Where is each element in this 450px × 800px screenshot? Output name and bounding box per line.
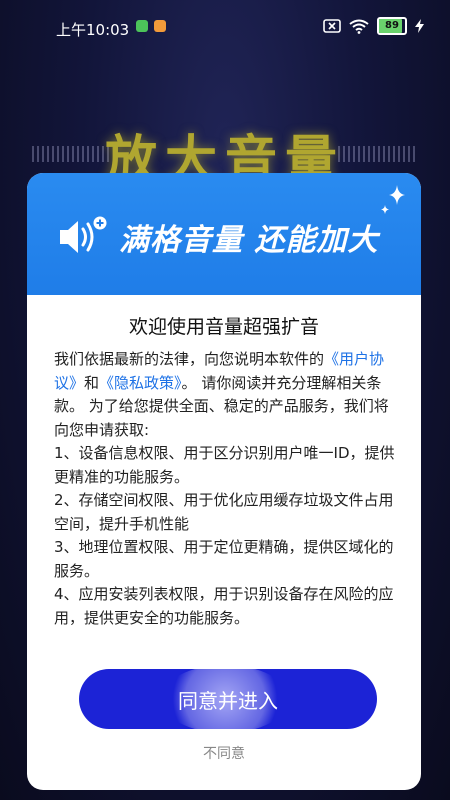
status-right: 89 — [323, 17, 424, 35]
permission-item: 3、地理位置权限、用于定位更精确，提供区域化的服务。 — [54, 538, 394, 580]
dialog-banner: 满格音量 还能加大 — [27, 173, 421, 295]
sim-x-icon — [323, 19, 341, 33]
privacy-policy-link[interactable]: 《隐私政策》 — [99, 374, 182, 392]
status-bar: 上午10:03 89 — [0, 0, 450, 52]
permission-item: 4、应用安装列表权限，用于识别设备存在风险的应用，提供更安全的功能服务。 — [54, 585, 394, 627]
battery-icon: 89 — [377, 17, 407, 35]
charging-icon — [415, 19, 424, 33]
status-time: 上午10:03 — [56, 21, 130, 39]
orange-app-icon — [154, 20, 166, 32]
battery-level: 89 — [385, 20, 399, 31]
sparkle-icon — [381, 185, 405, 214]
agree-button[interactable]: 同意并进入 — [79, 669, 377, 729]
notification-icons — [136, 20, 166, 32]
dialog-body: 我们依据最新的法律，向您说明本软件的《用户协议》和《隐私政策》。 请你阅读并充分… — [54, 348, 399, 630]
intro-paragraph: 我们依据最新的法律，向您说明本软件的《用户协议》和《隐私政策》。 请你阅读并充分… — [54, 348, 399, 442]
wifi-icon — [349, 19, 369, 34]
banner-content: 满格音量 还能加大 — [57, 215, 378, 259]
privacy-dialog: 满格音量 还能加大 欢迎使用音量超强扩音 我们依据最新的法律，向您说明本软件的《… — [27, 173, 421, 790]
agree-button-label: 同意并进入 — [178, 688, 278, 713]
intro-text-1: 我们依据最新的法律，向您说明本软件的 — [54, 350, 325, 368]
and-text: 和 — [84, 373, 100, 392]
permission-item: 2、存储空间权限、用于优化应用缓存垃圾文件占用空间，提升手机性能 — [54, 491, 394, 533]
dialog-title: 欢迎使用音量超强扩音 — [128, 316, 319, 338]
speaker-icon — [60, 216, 107, 253]
permission-item: 1、设备信息权限、用于区分识别用户唯一ID，提供更精准的功能服务。 — [54, 444, 395, 486]
disagree-button[interactable]: 不同意 — [27, 743, 421, 763]
green-app-icon — [136, 20, 148, 32]
banner-title: 满格音量 还能加大 — [119, 223, 379, 258]
